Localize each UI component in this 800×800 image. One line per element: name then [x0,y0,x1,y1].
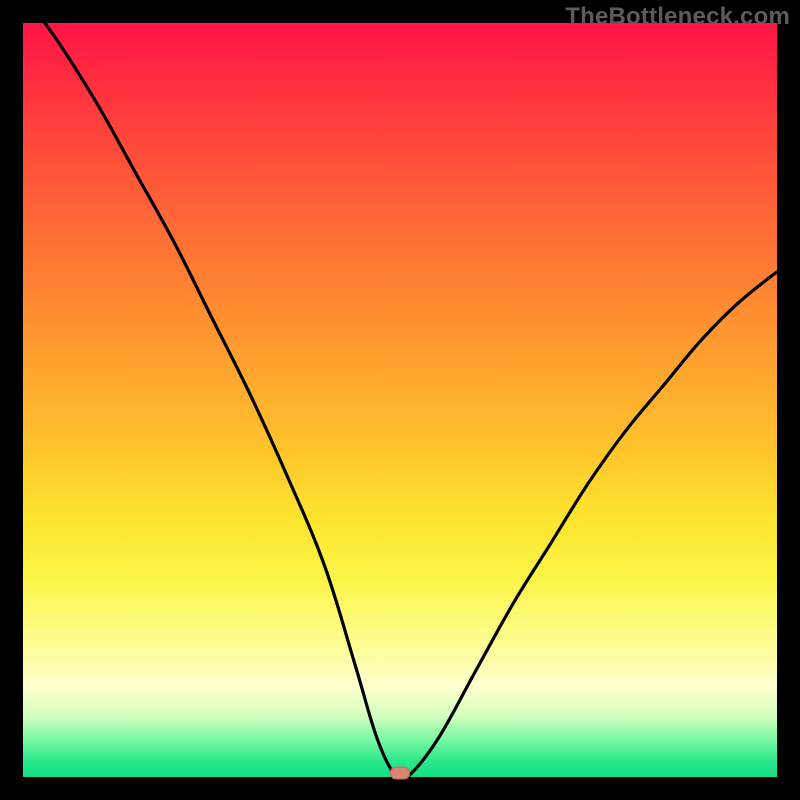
bottleneck-curve-path [23,0,777,782]
chart-frame: TheBottleneck.com [0,0,800,800]
watermark-label: TheBottleneck.com [565,3,790,31]
curve-svg [23,23,777,777]
optimum-marker [390,767,410,780]
plot-area [23,23,777,777]
